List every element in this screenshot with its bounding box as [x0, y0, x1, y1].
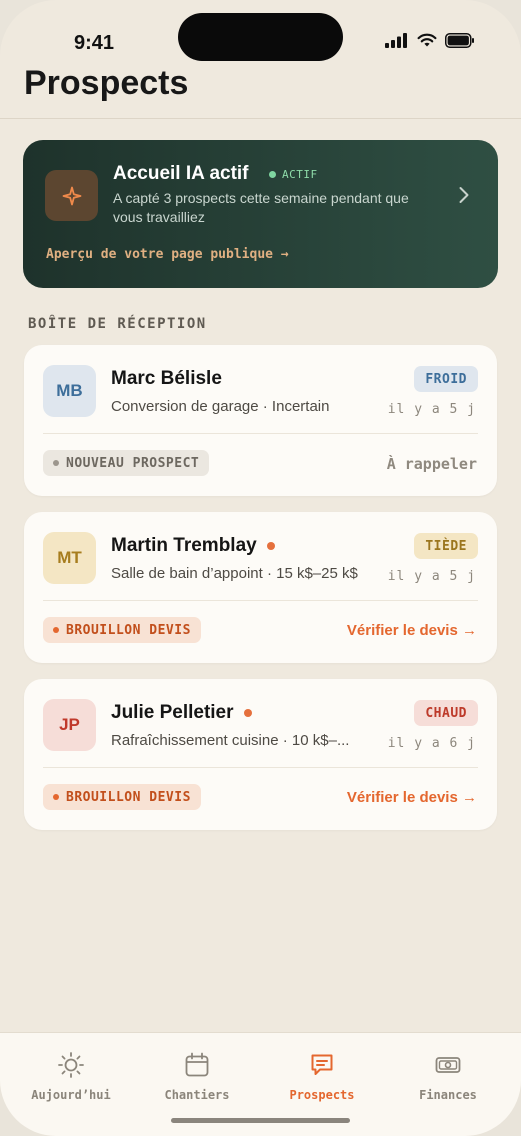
cellular-signal-icon — [385, 33, 407, 48]
lead-name-text: Martin Tremblay — [111, 535, 257, 556]
lead-name: Martin Tremblay — [111, 535, 275, 557]
temperature-badge: TIÈDE — [414, 533, 478, 559]
lead-detail: Rafraîchissement cuisine · 10 k$–... — [111, 732, 350, 749]
wifi-icon — [417, 33, 437, 47]
status-icons — [385, 33, 475, 48]
stage-label: NOUVEAU PROSPECT — [66, 455, 200, 471]
inbox-section-label: BOÎTE DE RÉCEPTION — [28, 316, 207, 332]
tab-finances[interactable]: Finances — [393, 1051, 503, 1102]
dynamic-island — [178, 13, 343, 61]
stage-label: BROUILLON DEVIS — [66, 622, 191, 638]
card-divider — [43, 767, 478, 768]
chevron-right-icon — [459, 187, 469, 203]
phone-screen: 9:41 Prospects Accueil IA actif ACTIF A … — [0, 0, 521, 1136]
stage-pill: BROUILLON DEVIS — [43, 784, 201, 810]
page-title: Prospects — [24, 64, 189, 102]
status-dot — [269, 171, 276, 178]
header-divider — [0, 118, 521, 119]
stage-label: BROUILLON DEVIS — [66, 789, 191, 805]
public-page-preview-link[interactable]: Aperçu de votre page publique → — [46, 247, 289, 262]
lead-detail: Conversion de garage · Incertain — [111, 398, 330, 415]
lead-name-text: Julie Pelletier — [111, 702, 234, 723]
sun-icon — [58, 1052, 84, 1078]
lead-age: il y a 6 j — [387, 736, 476, 751]
unread-dot — [243, 709, 252, 717]
card-divider — [43, 433, 478, 434]
lead-card-julie-pelletier[interactable]: JP Julie Pelletier Rafraîchissement cuis… — [24, 679, 497, 830]
lead-card-martin-tremblay[interactable]: MT Martin Tremblay Salle de bain d’appoi… — [24, 512, 497, 663]
review-quote-link[interactable]: Vérifier le devis → — [347, 622, 477, 639]
lead-age: il y a 5 j — [387, 402, 476, 417]
tab-label: Prospects — [289, 1088, 355, 1102]
sparkle-icon — [62, 186, 81, 205]
ai-reception-banner[interactable]: Accueil IA actif ACTIF A capté 3 prospec… — [23, 140, 498, 288]
temperature-badge: FROID — [414, 366, 478, 392]
lead-age: il y a 5 j — [387, 569, 476, 584]
ai-status-badge: ACTIF — [269, 168, 318, 181]
stage-dot — [53, 794, 59, 800]
tab-label: Chantiers — [164, 1088, 230, 1102]
stage-dot — [53, 460, 59, 466]
status-time: 9:41 — [74, 32, 115, 54]
ai-banner-title: Accueil IA actif — [113, 163, 249, 184]
tab-label: Finances — [419, 1088, 477, 1102]
avatar: MT — [43, 532, 96, 584]
tab-label: Aujourd’hui — [31, 1088, 111, 1102]
ai-status-label: ACTIF — [282, 168, 318, 181]
lead-name: Julie Pelletier — [111, 702, 252, 724]
lead-name-text: Marc Bélisle — [111, 368, 222, 389]
unread-dot — [266, 542, 275, 550]
tab-prospects[interactable]: Prospects — [267, 1051, 377, 1102]
stage-pill: BROUILLON DEVIS — [43, 617, 201, 643]
lead-name: Marc Bélisle — [111, 368, 222, 390]
temperature-badge: CHAUD — [414, 700, 478, 726]
callback-action[interactable]: À rappeler — [387, 455, 477, 473]
tab-today[interactable]: Aujourd’hui — [16, 1051, 126, 1102]
lead-card-marc-belisle[interactable]: MB Marc Bélisle Conversion de garage · I… — [24, 345, 497, 496]
stage-dot — [53, 627, 59, 633]
avatar: MB — [43, 365, 96, 417]
card-divider — [43, 600, 478, 601]
calendar-icon — [185, 1052, 209, 1077]
review-quote-link[interactable]: Vérifier le devis → — [347, 789, 477, 806]
battery-icon — [445, 33, 474, 48]
avatar: JP — [43, 699, 96, 751]
stage-pill: NOUVEAU PROSPECT — [43, 450, 210, 476]
tab-worksites[interactable]: Chantiers — [142, 1051, 252, 1102]
ai-icon-container — [45, 170, 98, 221]
ai-banner-description: A capté 3 prospects cette semaine pendan… — [113, 190, 409, 225]
home-indicator[interactable] — [171, 1118, 350, 1123]
message-icon — [311, 1054, 333, 1075]
lead-detail: Salle de bain d’appoint · 15 k$–25 k$ — [111, 565, 358, 582]
banknote-icon — [435, 1057, 461, 1073]
